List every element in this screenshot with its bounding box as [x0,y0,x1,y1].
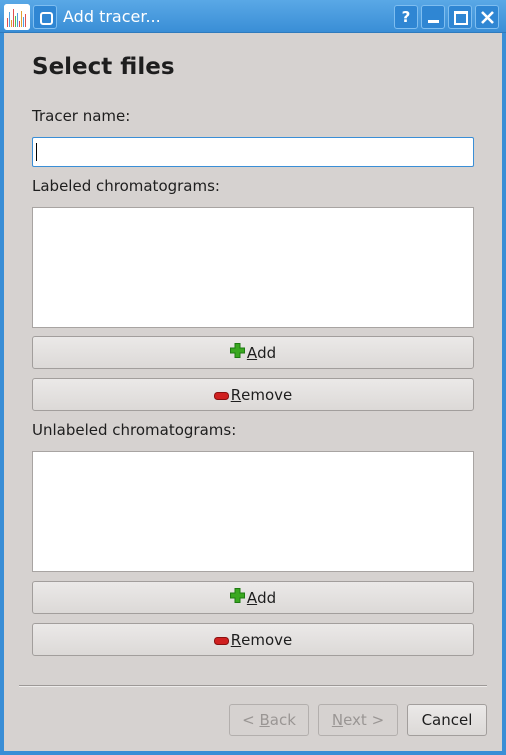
back-mnemonic: B [259,711,270,729]
add-tracer-dialog: Add tracer... ? Select files Tracer name… [0,0,506,755]
window-frame-right[interactable] [502,33,506,755]
cancel-button[interactable]: Cancel [407,704,487,736]
window-menu-icon[interactable] [33,5,57,29]
help-icon[interactable]: ? [394,5,418,29]
unlabeled-chromatograms-label: Unlabeled chromatograms: [32,421,237,439]
remove-label-rest: emove [241,385,293,404]
next-mnemonic: N [331,711,344,729]
labeled-remove-button[interactable]: Remove [32,378,474,411]
add-mnemonic: A [246,588,258,607]
labeled-add-button[interactable]: Add [32,336,474,369]
labeled-chromatograms-list[interactable] [32,207,474,328]
remove-label-rest: emove [241,630,293,649]
app-icon [4,4,30,30]
unlabeled-chromatograms-list[interactable] [32,451,474,572]
add-label-rest: dd [257,588,277,607]
remove-icon [213,631,229,649]
add-icon [229,343,245,362]
maximize-icon[interactable] [448,5,472,29]
back-button[interactable]: < Back [229,704,309,736]
add-mnemonic: A [246,343,258,362]
page-title: Select files [32,54,175,80]
window-frame-bottom[interactable] [0,751,506,755]
minimize-icon[interactable] [421,5,445,29]
next-button[interactable]: Next > [318,704,398,736]
text-caret [36,143,37,161]
close-icon[interactable] [475,5,499,29]
add-icon [229,588,245,607]
title-bar[interactable]: Add tracer... ? [0,0,506,33]
footer-separator [19,685,487,687]
window-title: Add tracer... [63,7,161,26]
window-frame-left[interactable] [0,33,4,755]
tracer-name-input[interactable] [32,137,474,167]
unlabeled-remove-button[interactable]: Remove [32,623,474,656]
unlabeled-add-button[interactable]: Add [32,581,474,614]
next-label-rest: ext > [343,711,385,729]
back-prefix: < [242,711,260,729]
back-label-rest: ack [269,711,296,729]
tracer-name-label: Tracer name: [32,107,131,125]
remove-icon [213,386,229,404]
remove-mnemonic: R [230,385,242,404]
labeled-chromatograms-label: Labeled chromatograms: [32,177,220,195]
add-label-rest: dd [257,343,277,362]
remove-mnemonic: R [230,630,242,649]
